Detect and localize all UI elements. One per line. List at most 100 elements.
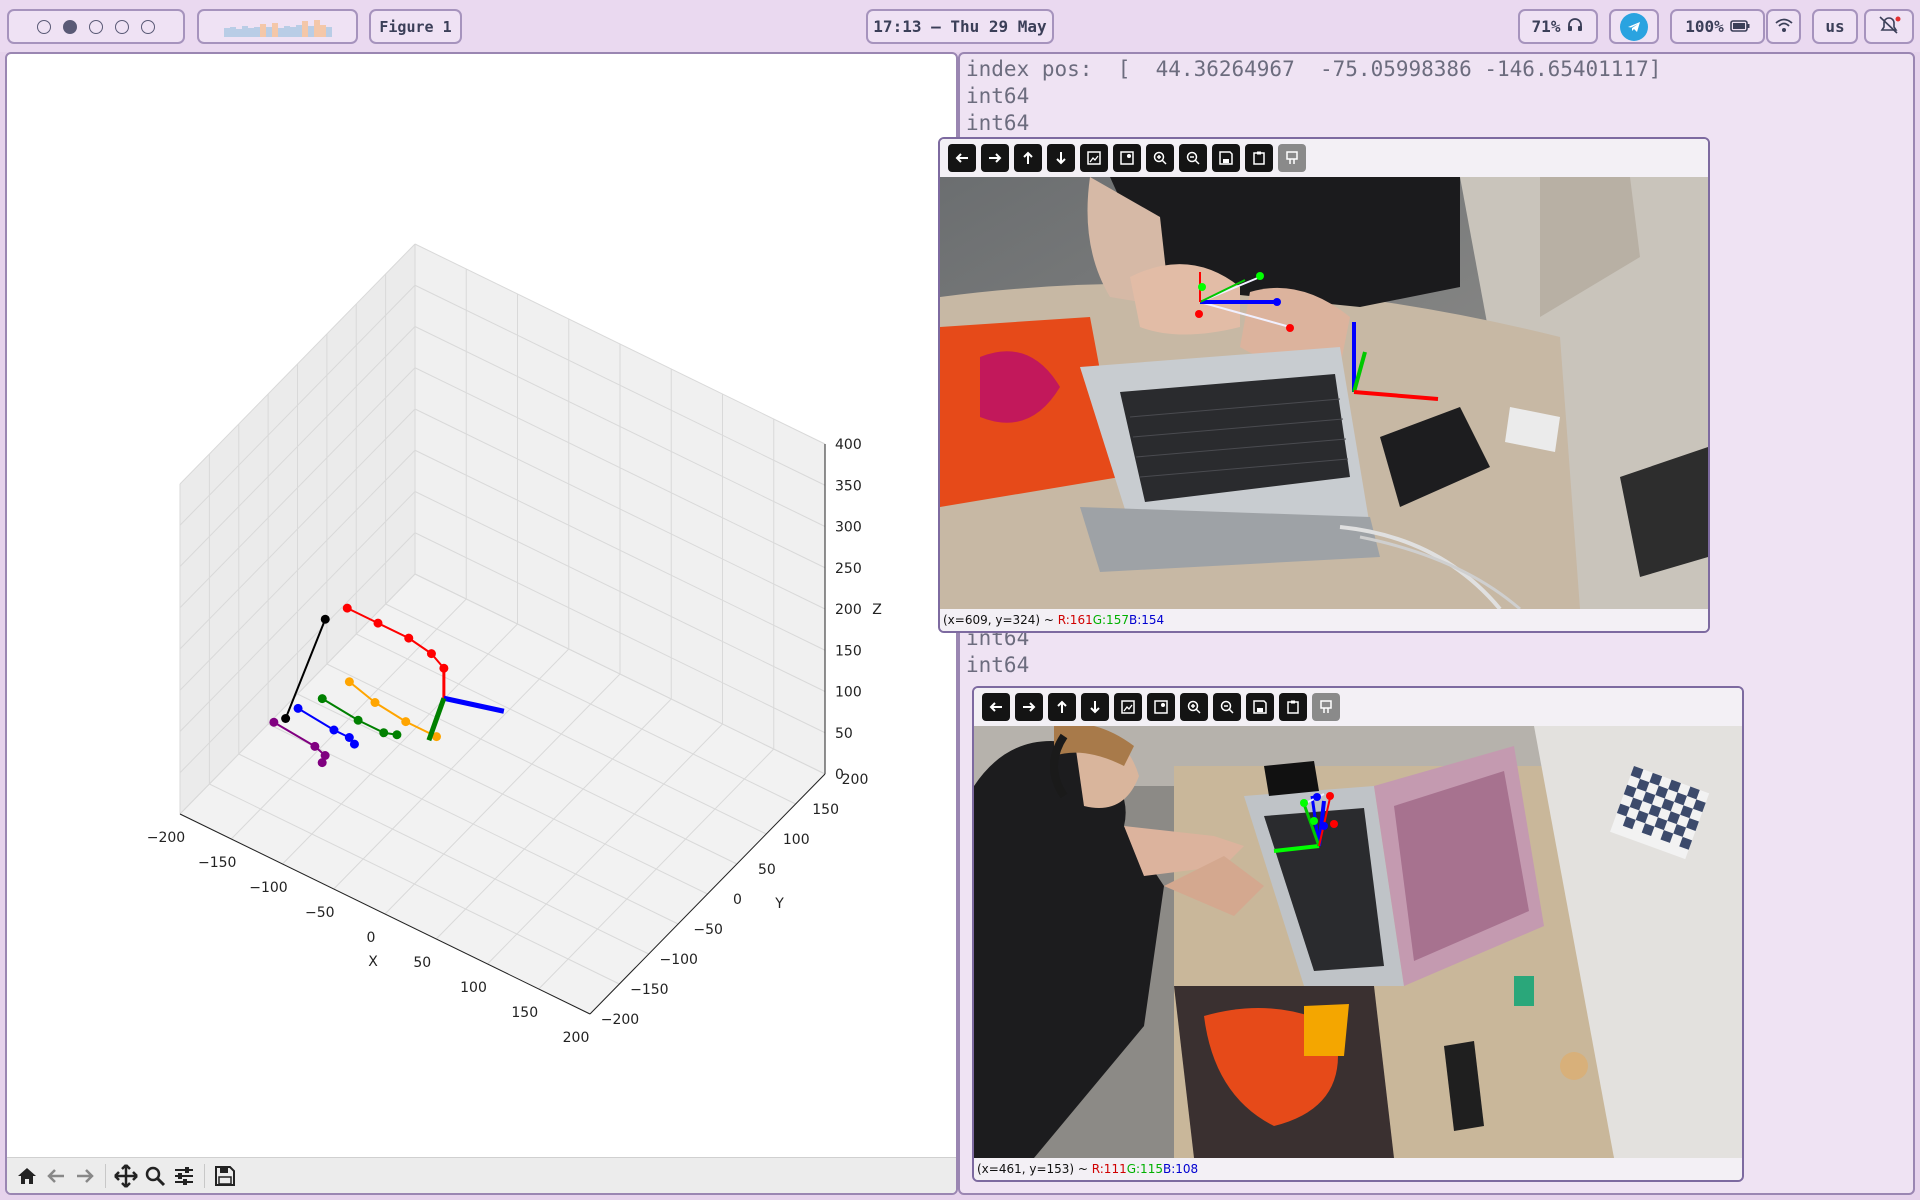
pixel-b: B:154 [1128, 613, 1165, 627]
keyboard-layout-label: us [1825, 17, 1845, 36]
z-tick-label: 0 [835, 767, 844, 783]
data-point [426, 649, 436, 659]
copy-icon[interactable] [1279, 693, 1307, 721]
pixel-coords: (x=461, y=153) ~ [977, 1162, 1092, 1176]
y-tick-label: −200 [601, 1012, 639, 1028]
workspace-2[interactable] [57, 17, 83, 37]
home-icon[interactable] [15, 1164, 39, 1188]
clock[interactable]: 17:13 — Thu 29 May [866, 9, 1054, 44]
volume-indicator[interactable]: 71% [1518, 9, 1598, 44]
zoom-original-icon[interactable] [1113, 144, 1141, 172]
y-tick-label: −50 [693, 922, 723, 938]
z-tick-label: 300 [835, 520, 862, 536]
z-tick-label: 150 [835, 643, 862, 659]
x-tick-label: −150 [198, 855, 236, 871]
data-point [373, 618, 383, 628]
x-tick-label: −200 [147, 830, 185, 846]
pan-right-icon[interactable] [1015, 693, 1043, 721]
y-tick-label: 150 [812, 802, 839, 818]
workspace-3[interactable] [83, 17, 109, 37]
z-tick-label: 250 [835, 561, 862, 577]
z-tick-label: 400 [835, 437, 862, 453]
y-tick-label: −100 [660, 952, 698, 968]
pan-left-icon[interactable] [982, 693, 1010, 721]
workspace-1[interactable] [31, 17, 57, 37]
copy-icon[interactable] [1245, 144, 1273, 172]
pan-right-icon[interactable] [981, 144, 1009, 172]
pixel-b: B:108 [1162, 1162, 1199, 1176]
zoom-fit-icon[interactable] [1080, 144, 1108, 172]
zoom-out-icon[interactable] [1179, 144, 1207, 172]
camera-window-2[interactable]: (x=461, y=153) ~ R:111 G:115 B:108 [972, 686, 1744, 1182]
data-point [310, 741, 320, 751]
zoom-icon[interactable] [143, 1164, 167, 1188]
workspace-5[interactable] [135, 17, 161, 37]
data-point [342, 603, 352, 613]
zoom-in-icon[interactable] [1146, 144, 1174, 172]
y-tick-label: 100 [783, 832, 810, 848]
back-icon[interactable] [44, 1164, 68, 1188]
z-tick-label: 200 [835, 602, 862, 618]
pixel-info-status: (x=609, y=324) ~ R:161 G:157 B:154 [940, 609, 1708, 631]
forward-icon[interactable] [73, 1164, 97, 1188]
terminal-line: int64 [966, 84, 1030, 108]
data-point [370, 698, 380, 707]
pan-icon[interactable] [114, 1163, 138, 1188]
window-title-label: Figure 1 [379, 17, 452, 36]
notifications-tray[interactable] [1864, 9, 1914, 44]
z-tick-label: 50 [835, 726, 853, 742]
battery-label: 100% [1685, 17, 1724, 36]
keyboard-layout[interactable]: us [1812, 9, 1858, 44]
data-point [317, 694, 327, 704]
toolbar-separator [204, 1163, 205, 1188]
data-point [379, 728, 389, 738]
focused-window-title[interactable]: Figure 1 [369, 9, 462, 44]
workspace-4[interactable] [109, 17, 135, 37]
cpu-sparkline [223, 17, 332, 37]
properties-icon[interactable] [1278, 144, 1306, 172]
volume-label: 71% [1531, 17, 1561, 36]
properties-icon[interactable] [1312, 693, 1340, 721]
data-point [353, 715, 363, 725]
zoom-in-icon[interactable] [1180, 693, 1208, 721]
wifi-indicator[interactable] [1766, 9, 1801, 44]
pixel-coords: (x=609, y=324) ~ [943, 613, 1058, 627]
pan-up-icon[interactable] [1014, 144, 1042, 172]
figure-window: −200 −150 −100 −50 0 50 100 150 200 −200 −150 −100−… [5, 52, 958, 1195]
data-point [293, 703, 303, 713]
battery-icon [1729, 17, 1750, 36]
x-tick-label: −50 [305, 905, 335, 921]
pan-up-icon[interactable] [1048, 693, 1076, 721]
terminal-line: int64 [966, 653, 1030, 677]
battery-indicator[interactable]: 100% [1670, 9, 1765, 44]
pixel-r: R:161 [1057, 613, 1093, 627]
figure-toolbar [7, 1157, 956, 1193]
camera-window-1[interactable]: (x=609, y=324) ~ R:161 G:157 B:154 [938, 137, 1710, 633]
zoom-out-icon[interactable] [1213, 693, 1241, 721]
data-point [349, 739, 359, 749]
terminal-line: int64 [966, 111, 1030, 135]
terminal-line: index pos: [ 44.36264967 -75.05998386 -1… [966, 57, 1662, 81]
save-icon[interactable] [1212, 144, 1240, 172]
zoom-original-icon[interactable] [1147, 693, 1175, 721]
configure-icon[interactable] [172, 1164, 196, 1188]
save-icon[interactable] [1246, 693, 1274, 721]
pan-down-icon[interactable] [1047, 144, 1075, 172]
3d-plot[interactable]: −200−150−100−50050100150200−200−150−100−… [7, 54, 958, 1159]
x-tick-label: 100 [460, 980, 487, 996]
zoom-fit-icon[interactable] [1114, 693, 1142, 721]
save-icon[interactable] [213, 1164, 237, 1188]
data-point [269, 717, 279, 727]
pixel-g: G:157 [1092, 613, 1129, 627]
z-axis-label: Z [872, 602, 882, 618]
pixel-info-status: (x=461, y=153) ~ R:111 G:115 B:108 [974, 1158, 1742, 1180]
pan-left-icon[interactable] [948, 144, 976, 172]
camera-image-2[interactable] [974, 726, 1742, 1158]
pan-down-icon[interactable] [1081, 693, 1109, 721]
y-tick-label: −150 [630, 982, 668, 998]
telegram-tray[interactable] [1609, 9, 1659, 44]
camera-image-1[interactable] [940, 177, 1708, 609]
pixel-g: G:115 [1126, 1162, 1163, 1176]
x-axis-label: X [368, 954, 378, 970]
y-tick-label: 200 [842, 772, 869, 788]
